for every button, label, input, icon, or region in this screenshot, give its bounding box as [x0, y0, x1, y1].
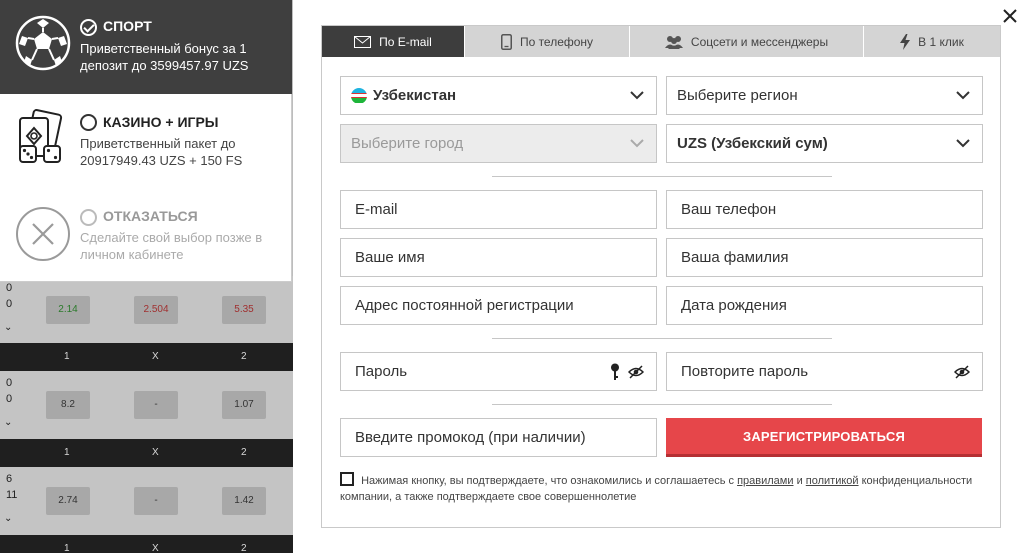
chevron-down-icon [956, 91, 970, 100]
phone-icon [500, 33, 512, 50]
phone-field[interactable]: Ваш телефон [666, 190, 983, 229]
first-name-field[interactable]: Ваше имя [340, 238, 657, 277]
currency-value: UZS (Узбекский сум) [677, 135, 828, 152]
tab-social-label: Соцсети и мессенджеры [690, 34, 829, 49]
email-placeholder: E-mail [355, 201, 398, 218]
last-name-placeholder: Ваша фамилия [681, 249, 789, 266]
odds-header: 1 X 2 [0, 343, 293, 371]
promo-placeholder: Введите промокод (при наличии) [355, 429, 586, 446]
people-icon [664, 35, 683, 49]
city-select[interactable]: Выберите город [340, 124, 657, 163]
region-select[interactable]: Выберите регион [666, 76, 983, 115]
chevron-down-icon[interactable]: ⌄ [4, 417, 12, 428]
password-field[interactable]: Пароль [340, 352, 657, 391]
radio-sport[interactable] [80, 19, 97, 36]
chevron-down-icon[interactable]: ⌄ [4, 322, 12, 333]
agreement-checkbox[interactable] [340, 472, 354, 486]
close-icon[interactable] [1000, 6, 1020, 26]
odd-home[interactable]: 8.2 [46, 391, 90, 419]
bonus-option-casino[interactable]: КАЗИНО + ИГРЫ Приветственный пакет до 20… [0, 94, 292, 188]
bonus-title-sport: СПОРТ [103, 18, 152, 34]
score-home: 0 [6, 282, 13, 294]
register-button[interactable]: ЗАРЕГИСТРИРОВАТЬСЯ [666, 418, 982, 457]
birth-date-placeholder: Дата рождения [681, 297, 787, 314]
bonus-option-sport[interactable]: СПОРТ Приветственный бонус за 1 депозит … [0, 0, 292, 94]
bonus-desc-casino: Приветственный пакет до 20917949.43 UZS … [80, 136, 243, 168]
chevron-down-icon [630, 139, 644, 148]
birth-date-field[interactable]: Дата рождения [666, 286, 983, 325]
agreement-text: Нажимая кнопку, вы подтверждаете, что оз… [340, 472, 990, 505]
match-row[interactable]: 0 0 ⌄ 8.2 - 1.07 [0, 371, 293, 439]
bonus-option-decline[interactable]: ОТКАЗАТЬСЯ Сделайте свой выбор позже в л… [0, 188, 292, 282]
divider [492, 404, 832, 405]
address-placeholder: Адрес постоянной регистрации [355, 297, 574, 314]
chevron-down-icon[interactable]: ⌄ [4, 513, 12, 524]
odd-away[interactable]: 1.42 [222, 487, 266, 515]
odd-away[interactable]: 1.07 [222, 391, 266, 419]
uzbekistan-flag-icon [351, 87, 367, 104]
bonus-selection-panel: СПОРТ Приветственный бонус за 1 депозит … [0, 0, 292, 282]
chevron-down-icon [956, 139, 970, 148]
repeat-password-field[interactable]: Повторите пароль [666, 352, 983, 391]
decline-x-icon [16, 207, 70, 261]
soccer-ball-icon [15, 15, 71, 71]
lightning-icon [900, 33, 911, 50]
password-placeholder: Пароль [355, 363, 408, 380]
envelope-icon [354, 35, 372, 48]
tab-email-label: По E-mail [379, 34, 432, 49]
odd-draw[interactable]: 2.504 [134, 296, 178, 324]
eye-hidden-icon[interactable] [954, 365, 970, 379]
score-home: 0 [6, 377, 13, 389]
first-name-placeholder: Ваше имя [355, 249, 425, 266]
country-select[interactable]: Узбекистан [340, 76, 657, 115]
policy-link[interactable]: политикой [806, 475, 859, 487]
rules-link[interactable]: правилами [737, 475, 793, 487]
phone-placeholder: Ваш телефон [681, 201, 777, 218]
odds-header: 1 X 2 [0, 535, 293, 553]
score-away: 11 [6, 489, 18, 501]
tab-social[interactable]: Соцсети и мессенджеры [630, 26, 864, 57]
score-home: 6 [6, 473, 13, 485]
country-value: Узбекистан [373, 87, 457, 104]
tab-one-click[interactable]: В 1 клик [864, 26, 1000, 57]
eye-hidden-icon[interactable] [628, 365, 644, 379]
divider [492, 176, 832, 177]
odd-away[interactable]: 5.35 [222, 296, 266, 324]
odd-draw[interactable]: - [134, 391, 178, 419]
email-field[interactable]: E-mail [340, 190, 657, 229]
bonus-desc-sport: Приветственный бонус за 1 депозит до 359… [80, 41, 249, 73]
score-away: 0 [6, 393, 13, 405]
city-placeholder: Выберите город [351, 135, 464, 152]
radio-casino[interactable] [80, 114, 97, 131]
score-away: 0 [6, 298, 13, 310]
registration-tabs: По E-mail По телефону Соцсети и мессендж… [322, 26, 1000, 57]
registration-form: По E-mail По телефону Соцсети и мессендж… [321, 25, 1001, 528]
casino-cards-dice-icon [19, 109, 63, 163]
repeat-password-placeholder: Повторите пароль [681, 363, 809, 380]
tab-email[interactable]: По E-mail [322, 26, 465, 57]
address-field[interactable]: Адрес постоянной регистрации [340, 286, 657, 325]
match-row[interactable]: 6 11 ⌄ 2.74 - 1.42 [0, 467, 293, 535]
match-row[interactable]: 0 0 ⌄ 2.14 2.504 5.35 [0, 276, 293, 344]
tab-one-click-label: В 1 клик [918, 34, 964, 49]
tab-phone-label: По телефону [519, 34, 594, 49]
chevron-down-icon [630, 91, 644, 100]
promo-code-field[interactable]: Введите промокод (при наличии) [340, 418, 657, 457]
odd-draw[interactable]: - [134, 487, 178, 515]
bonus-title-decline: ОТКАЗАТЬСЯ [103, 208, 198, 224]
odds-header: 1 X 2 [0, 439, 293, 467]
odd-home[interactable]: 2.74 [46, 487, 90, 515]
radio-decline[interactable] [80, 209, 97, 226]
tab-phone[interactable]: По телефону [465, 26, 630, 57]
region-placeholder: Выберите регион [677, 87, 798, 104]
last-name-field[interactable]: Ваша фамилия [666, 238, 983, 277]
bonus-title-casino: КАЗИНО + ИГРЫ [103, 114, 219, 130]
odd-home[interactable]: 2.14 [46, 296, 90, 324]
bonus-desc-decline: Сделайте свой выбор позже в личном кабин… [80, 230, 263, 262]
divider [492, 338, 832, 339]
currency-select[interactable]: UZS (Узбекский сум) [666, 124, 983, 163]
key-icon[interactable] [610, 363, 620, 381]
